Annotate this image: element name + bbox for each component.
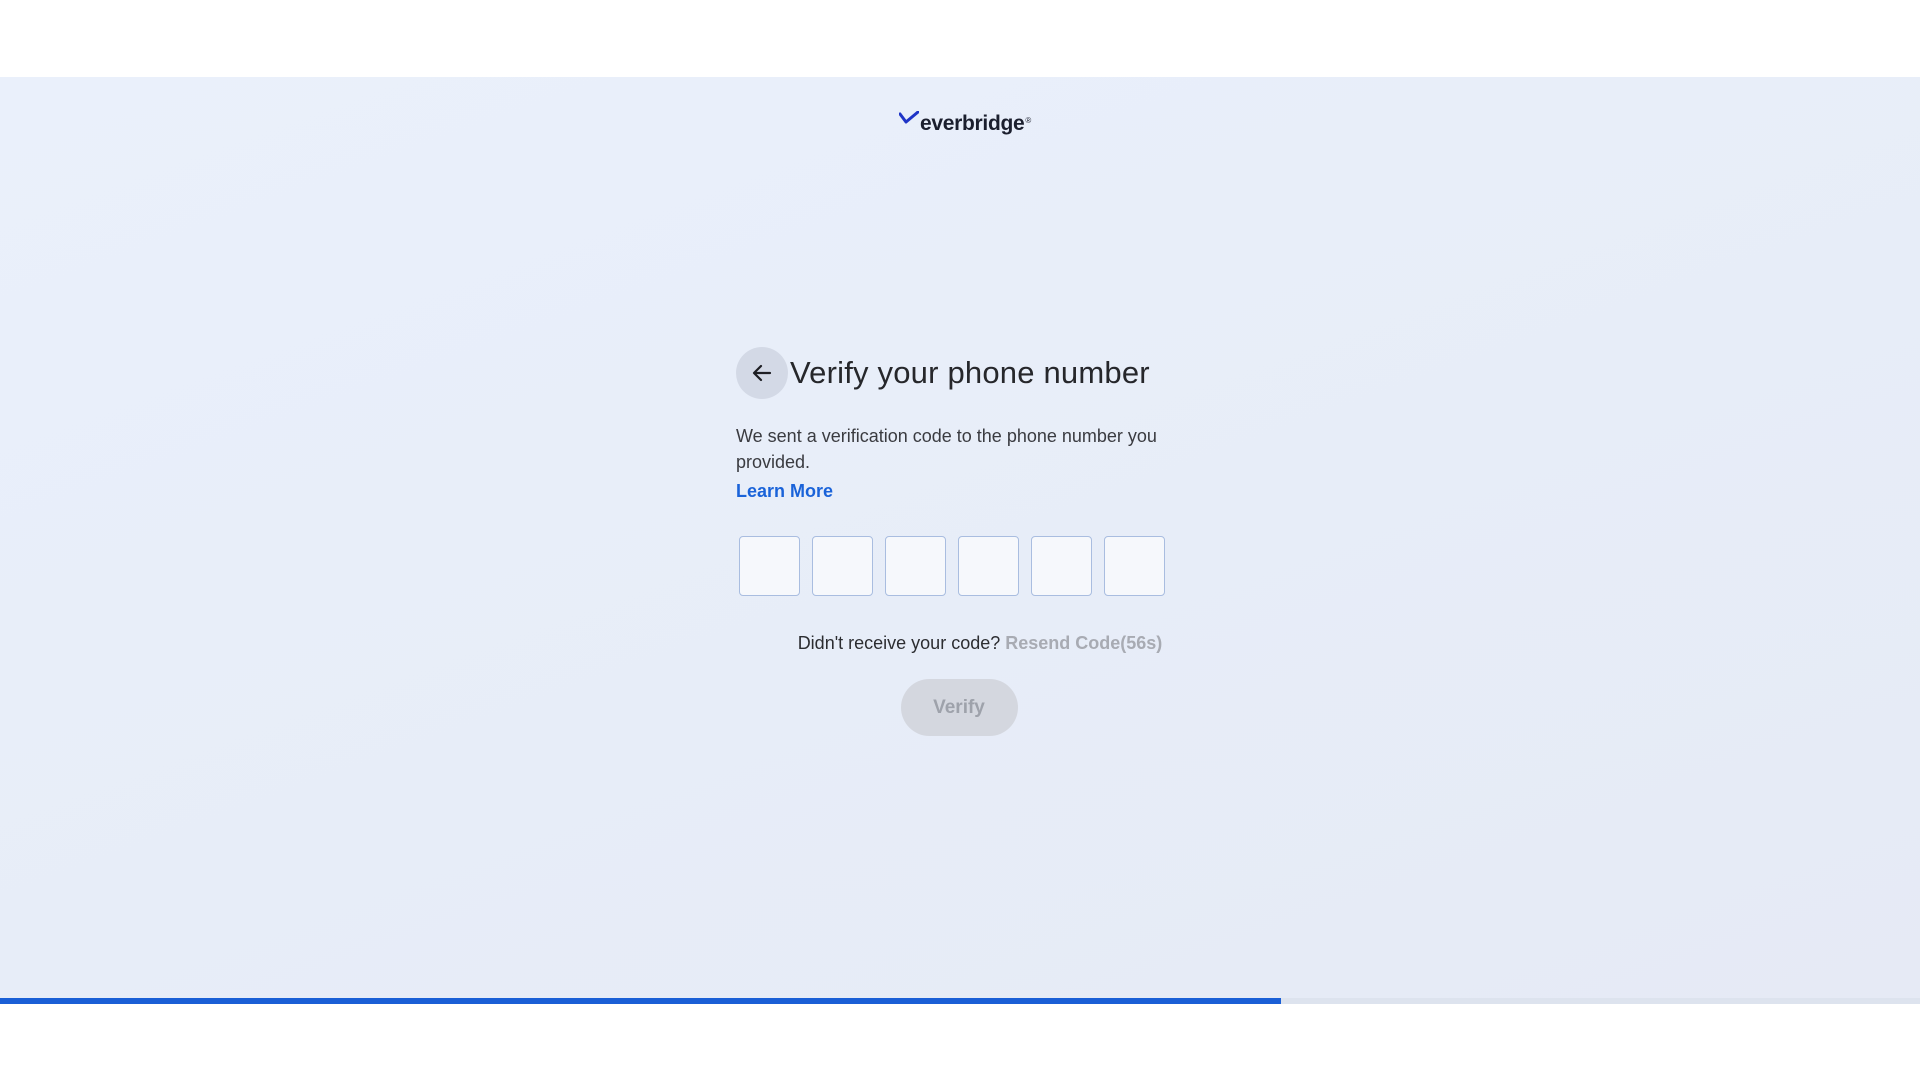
code-digit-4[interactable] — [958, 536, 1019, 596]
learn-more-link[interactable]: Learn More — [736, 481, 833, 502]
everbridge-logo: everbridge ® — [899, 107, 1031, 141]
code-input-group — [739, 536, 1186, 596]
logo-text: everbridge — [920, 112, 1025, 135]
logo-trademark: ® — [1025, 115, 1032, 125]
code-digit-6[interactable] — [1104, 536, 1165, 596]
top-band — [0, 0, 1920, 77]
code-digit-2[interactable] — [812, 536, 873, 596]
code-digit-5[interactable] — [1031, 536, 1092, 596]
resend-row: Didn't receive your code? Resend Code(56… — [762, 633, 1198, 654]
resend-prompt: Didn't receive your code? — [797, 633, 1001, 653]
verify-button[interactable]: Verify — [900, 679, 1018, 736]
bottom-band — [0, 1004, 1920, 1080]
description-text: We sent a verification code to the phone… — [736, 426, 1157, 472]
page-title: Verify your phone number — [790, 355, 1150, 390]
arrow-left-icon — [752, 364, 772, 382]
resend-code-link[interactable]: Resend Code(56s) — [1005, 633, 1162, 653]
verify-wrap: Verify — [736, 679, 1182, 736]
logo-check-icon — [899, 111, 919, 124]
code-digit-3[interactable] — [885, 536, 946, 596]
back-button[interactable] — [736, 347, 788, 399]
verify-page: everbridge ® Verify your phone number We… — [0, 77, 1920, 1004]
code-digit-1[interactable] — [739, 536, 800, 596]
verify-card: Verify your phone number We sent a verif… — [736, 347, 1186, 736]
title-row: Verify your phone number — [736, 347, 1186, 399]
